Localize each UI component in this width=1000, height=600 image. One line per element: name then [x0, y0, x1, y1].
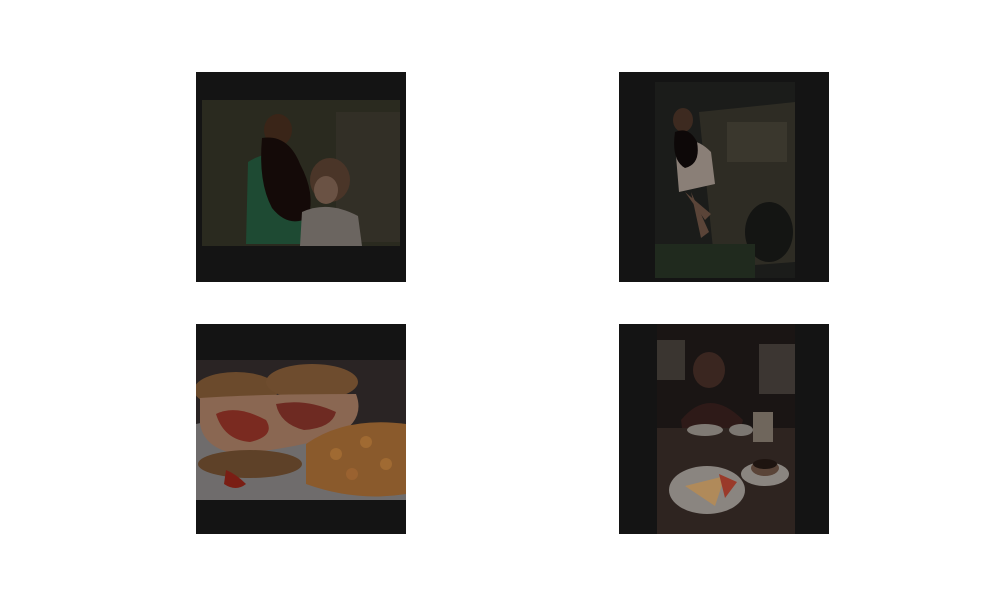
sandwich-photo — [196, 324, 406, 534]
person-vehicle-photo — [619, 72, 829, 282]
two-people-photo — [196, 72, 406, 282]
image-tile-cafe — [619, 324, 829, 534]
image-grid — [0, 0, 1000, 600]
cafe-photo — [619, 324, 829, 534]
image-tile-sandwich — [196, 324, 406, 534]
image-tile-two-people — [196, 72, 406, 282]
image-tile-person-vehicle — [619, 72, 829, 282]
